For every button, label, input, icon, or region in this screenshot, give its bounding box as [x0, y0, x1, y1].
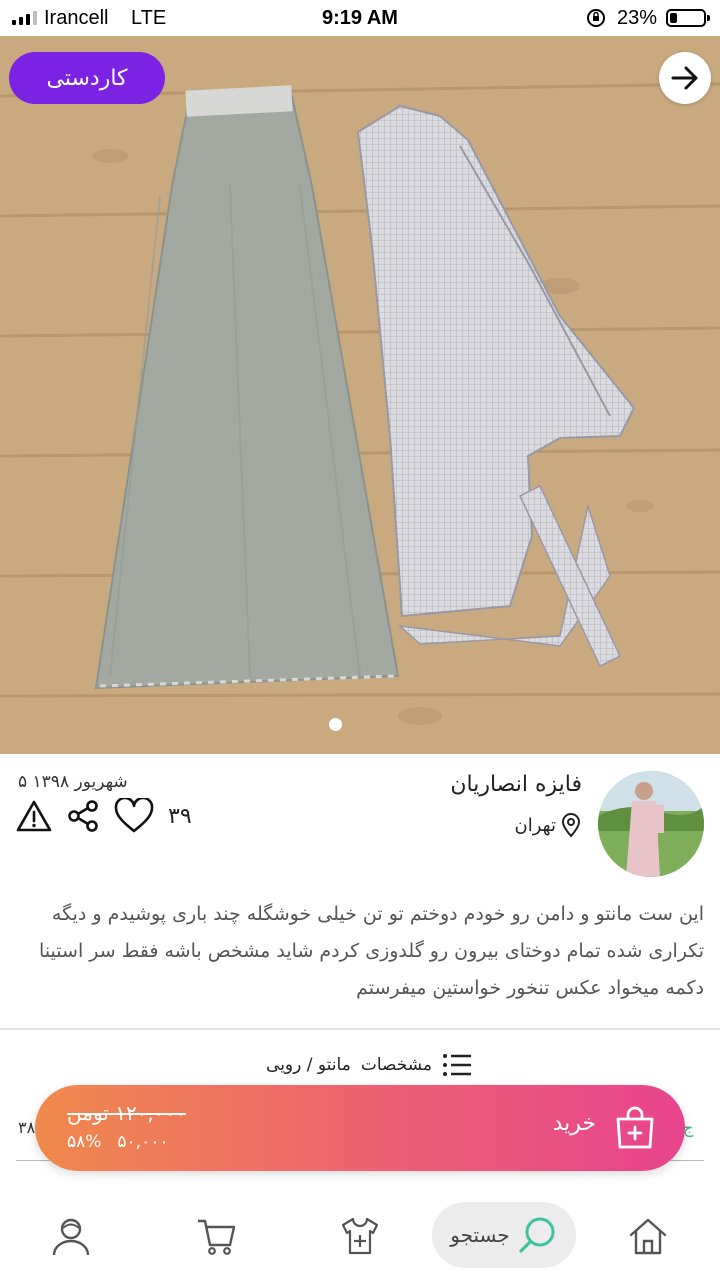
arrow-right-icon — [671, 66, 698, 90]
old-price: ۱۲۰,۰۰۰ تومن — [67, 1101, 187, 1125]
nav-cart[interactable] — [195, 1214, 239, 1258]
buy-bar[interactable]: ۱۲۰,۰۰۰ تومن ۵۸% ۵۰,۰۰۰ خرید — [35, 1085, 685, 1171]
divider — [0, 1028, 720, 1030]
nav-search[interactable]: جستجو — [432, 1202, 576, 1268]
specs-list-icon — [443, 1054, 471, 1076]
new-price-row: ۵۸% ۵۰,۰۰۰ — [67, 1132, 168, 1152]
image-page-indicator — [329, 718, 342, 731]
cart-icon — [198, 1219, 236, 1255]
shopping-bag-icon[interactable] — [613, 1105, 657, 1151]
discount-percent: ۵۸% — [67, 1132, 102, 1152]
post-date: شهریور ۱۳۹۸ ۵ — [18, 772, 128, 792]
post-actions: ۳۹ — [16, 798, 192, 834]
category-label: مانتو / رویی — [266, 1055, 351, 1075]
battery-icon — [666, 9, 710, 27]
location-pin-icon — [561, 813, 581, 838]
heart-icon[interactable] — [114, 798, 154, 834]
seller-location: تهران — [515, 812, 582, 838]
share-icon[interactable] — [66, 799, 100, 833]
product-photo[interactable]: کاردستی — [0, 36, 720, 754]
peek-left-text: ۳۸ — [18, 1118, 36, 1137]
product-image — [0, 36, 720, 754]
handmade-badge: کاردستی — [9, 52, 165, 104]
battery-percent: 23% — [617, 7, 658, 29]
location-label: تهران — [514, 814, 556, 836]
bottom-nav: جستجو — [0, 1190, 720, 1280]
avatar-image — [598, 771, 704, 877]
clock: 9:19 AM — [322, 7, 398, 29]
like-count: ۳۹ — [168, 803, 192, 829]
profile-icon — [52, 1218, 90, 1256]
search-label: جستجو — [450, 1223, 510, 1247]
add-product-icon — [341, 1217, 379, 1255]
rotation-lock-icon — [587, 9, 605, 27]
seller-name[interactable]: فایزه انصاریان — [450, 772, 582, 797]
nav-profile[interactable] — [49, 1214, 93, 1258]
seller-avatar[interactable] — [598, 771, 704, 877]
battery-level-fill — [670, 13, 678, 23]
new-price: ۵۰,۰۰۰ — [117, 1132, 169, 1152]
product-description: این ست مانتو و دامن رو خودم دوختم تو تن … — [39, 903, 704, 999]
nav-home[interactable] — [626, 1214, 670, 1258]
nav-add-product[interactable] — [338, 1214, 382, 1258]
search-icon — [519, 1217, 555, 1253]
status-bar: Irancell LTE 9:19 AM 23% — [0, 0, 720, 36]
back-button[interactable] — [659, 52, 711, 104]
report-icon[interactable] — [16, 799, 52, 833]
specs-row[interactable]: مشخصات مانتو / رویی — [266, 1052, 472, 1078]
specs-label: مشخصات — [360, 1055, 432, 1075]
buy-button-label[interactable]: خرید — [553, 1111, 596, 1136]
home-icon — [629, 1218, 667, 1255]
